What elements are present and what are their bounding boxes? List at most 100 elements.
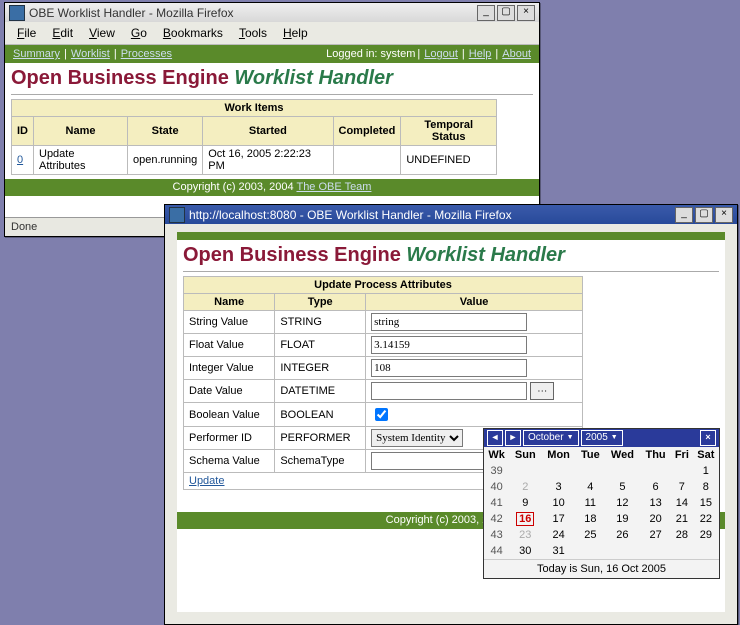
attr-input-integer[interactable] (371, 359, 527, 377)
calendar-day (509, 463, 541, 479)
calendar-day[interactable]: 25 (576, 527, 605, 543)
calendar-day (671, 463, 693, 479)
green-bar (177, 232, 725, 240)
logged-in-text: Logged in: system (326, 48, 415, 60)
menu-view[interactable]: View (83, 24, 121, 42)
calendar-day[interactable]: 11 (576, 495, 605, 511)
footer-team-link[interactable]: The OBE Team (296, 181, 371, 193)
nav-summary[interactable]: Summary (13, 48, 60, 60)
cal-year-select[interactable]: 2005▼ (581, 430, 623, 446)
calendar-day (576, 543, 605, 559)
table-row: Float ValueFLOAT (184, 334, 583, 357)
calendar-today[interactable]: Today is Sun, 16 Oct 2005 (484, 559, 719, 578)
calendar-day (640, 463, 671, 479)
calendar-day[interactable]: 27 (640, 527, 671, 543)
attr-input-float[interactable] (371, 336, 527, 354)
table-row: 0Update Attributesopen.runningOct 16, 20… (12, 146, 497, 175)
nav-about[interactable]: About (502, 48, 531, 60)
work-items-table: Work Items IDNameStateStartedCompletedTe… (11, 99, 497, 175)
nav-logout[interactable]: Logout (424, 48, 458, 60)
calendar-header: ◄ ► October▼ 2005▼ × (484, 429, 719, 447)
menubar: FileEditViewGoBookmarksToolsHelp (5, 22, 539, 45)
update-link[interactable]: Update (189, 475, 224, 487)
calendar-day[interactable]: 21 (671, 511, 693, 527)
cal-month-select[interactable]: October▼ (523, 430, 579, 446)
calendar-day[interactable]: 6 (640, 479, 671, 495)
page-navbar: Summary| Worklist| Processes Logged in: … (5, 45, 539, 63)
calendar-day (640, 543, 671, 559)
calendar-day[interactable]: 4 (576, 479, 605, 495)
calendar-day[interactable]: 10 (541, 495, 576, 511)
row-id-link[interactable]: 0 (17, 154, 23, 166)
nav-worklist[interactable]: Worklist (71, 48, 110, 60)
calendar-day[interactable]: 9 (509, 495, 541, 511)
cal-close-icon[interactable]: × (700, 430, 716, 446)
titlebar-2[interactable]: http://localhost:8080 - OBE Worklist Han… (165, 205, 737, 224)
calendar-day[interactable]: 7 (671, 479, 693, 495)
date-picker-button[interactable]: ⋯ (530, 382, 554, 400)
menu-bookmarks[interactable]: Bookmarks (157, 24, 229, 42)
menu-go[interactable]: Go (125, 24, 153, 42)
calendar-day[interactable]: 17 (541, 511, 576, 527)
calendar-day[interactable]: 23 (509, 527, 541, 543)
cal-prev-icon[interactable]: ◄ (487, 430, 503, 446)
table-caption: Update Process Attributes (184, 277, 583, 294)
maximize-button[interactable]: ▢ (497, 5, 515, 21)
calendar-day[interactable]: 1 (693, 463, 719, 479)
calendar-day (693, 543, 719, 559)
calendar-day[interactable]: 2 (509, 479, 541, 495)
calendar-day[interactable]: 30 (509, 543, 541, 559)
attr-select-performer[interactable]: System Identity (371, 429, 463, 447)
page-title: Open Business Engine Worklist Handler (183, 244, 719, 267)
minimize-button[interactable]: _ (477, 5, 495, 21)
minimize-button[interactable]: _ (675, 207, 693, 223)
firefox-icon (169, 207, 185, 223)
footer: Copyright (c) 2003, 2004 The OBE Team (5, 179, 539, 196)
calendar-day[interactable]: 20 (640, 511, 671, 527)
calendar-day (671, 543, 693, 559)
calendar-day[interactable]: 5 (605, 479, 640, 495)
calendar-day[interactable]: 31 (541, 543, 576, 559)
calendar-day[interactable]: 15 (693, 495, 719, 511)
close-button[interactable]: × (517, 5, 535, 21)
calendar-day[interactable]: 12 (605, 495, 640, 511)
calendar-day[interactable]: 19 (605, 511, 640, 527)
page-title: Open Business Engine Worklist Handler (11, 67, 533, 90)
calendar-day[interactable]: 14 (671, 495, 693, 511)
table-row: Boolean ValueBOOLEAN (184, 403, 583, 427)
maximize-button[interactable]: ▢ (695, 207, 713, 223)
attr-checkbox[interactable] (375, 408, 388, 421)
calendar-day[interactable]: 24 (541, 527, 576, 543)
attr-input-date[interactable] (371, 382, 527, 400)
calendar-day[interactable]: 16 (509, 511, 541, 527)
calendar-day[interactable]: 29 (693, 527, 719, 543)
table-row: Integer ValueINTEGER (184, 357, 583, 380)
calendar-day[interactable]: 28 (671, 527, 693, 543)
calendar-day[interactable]: 8 (693, 479, 719, 495)
calendar-popup: ◄ ► October▼ 2005▼ × WkSunMonTueWedThuFr… (483, 428, 720, 579)
window-title-2: http://localhost:8080 - OBE Worklist Han… (189, 208, 673, 222)
calendar-day (541, 463, 576, 479)
calendar-day (605, 463, 640, 479)
calendar-day[interactable]: 22 (693, 511, 719, 527)
nav-help[interactable]: Help (469, 48, 492, 60)
table-row: String ValueSTRING (184, 311, 583, 334)
calendar-day (576, 463, 605, 479)
menu-edit[interactable]: Edit (46, 24, 79, 42)
titlebar-1[interactable]: OBE Worklist Handler - Mozilla Firefox _… (5, 3, 539, 22)
cal-next-icon[interactable]: ► (505, 430, 521, 446)
close-button[interactable]: × (715, 207, 733, 223)
calendar-day[interactable]: 26 (605, 527, 640, 543)
nav-processes[interactable]: Processes (121, 48, 172, 60)
window-title-1: OBE Worklist Handler - Mozilla Firefox (29, 6, 475, 20)
menu-help[interactable]: Help (277, 24, 314, 42)
attr-input-string[interactable] (371, 313, 527, 331)
calendar-day[interactable]: 18 (576, 511, 605, 527)
calendar-day[interactable]: 3 (541, 479, 576, 495)
menu-tools[interactable]: Tools (233, 24, 273, 42)
firefox-icon (9, 5, 25, 21)
menu-file[interactable]: File (11, 24, 42, 42)
calendar-day[interactable]: 13 (640, 495, 671, 511)
table-row: Date ValueDATETIME ⋯ (184, 380, 583, 403)
table-caption: Work Items (12, 100, 497, 117)
